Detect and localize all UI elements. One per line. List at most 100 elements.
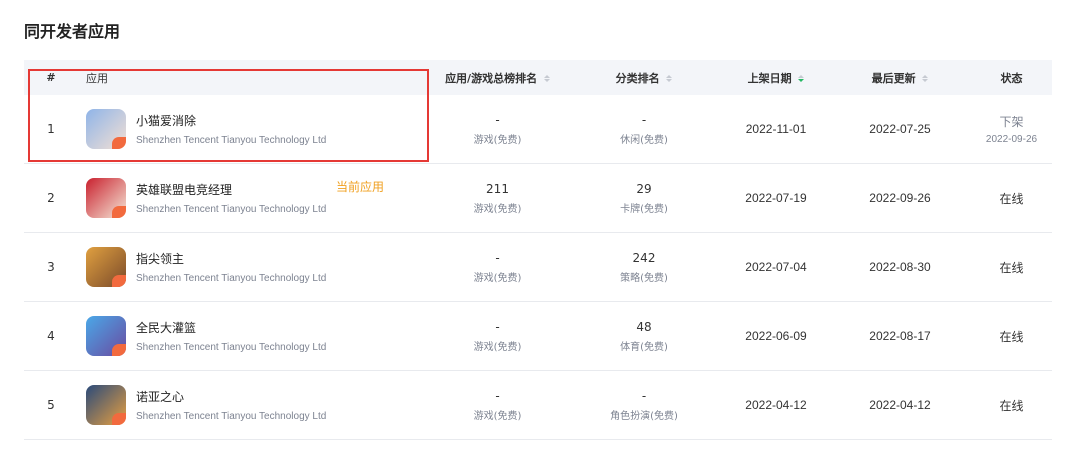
developer-apps-table: # 应用 应用/游戏总榜排名 分类排名 上架日期 最后更新 状态 1 小猫爱消除 [24, 60, 1052, 461]
table-row[interactable]: 5 诺亚之心 Shenzhen Tencent Tianyou Technolo… [24, 371, 1052, 440]
row-index: 4 [47, 329, 55, 343]
last-update: 2022-04-12 [869, 398, 931, 412]
category-rank: 29 [636, 181, 652, 196]
category-rank-cell: 29 卡牌(免费) [565, 182, 723, 215]
header-category-rank-label: 分类排名 [615, 71, 660, 85]
badge-icon [112, 344, 126, 356]
category-rank-cell: - 休闲(免费) [565, 113, 723, 146]
row-index: 2 [47, 191, 55, 205]
app-name[interactable]: 指尖领主 [136, 250, 326, 267]
header-total-rank-label: 应用/游戏总榜排名 [445, 71, 538, 85]
total-rank-type: 游戏(免费) [473, 134, 522, 146]
category-rank-cell: - 角色扮演(免费) [565, 389, 723, 422]
lord-game-icon[interactable] [86, 247, 126, 287]
header-index: # [46, 71, 56, 84]
basketball-game-icon[interactable] [86, 316, 126, 356]
app-name[interactable]: 小猫爱消除 [136, 112, 326, 129]
row-index: 3 [47, 260, 55, 274]
total-rank-cell: - 游戏(免费) [430, 113, 565, 146]
table-row-partial [24, 440, 1052, 461]
category-rank: 242 [632, 250, 656, 265]
status-cell: 在线 [971, 328, 1052, 345]
category-rank-type: 卡牌(免费) [620, 203, 668, 215]
table-row[interactable]: 1 小猫爱消除 Shenzhen Tencent Tianyou Technol… [24, 95, 1052, 164]
status-label: 在线 [999, 398, 1024, 413]
app-name[interactable]: 诺亚之心 [136, 388, 326, 405]
app-cell[interactable]: 小猫爱消除 Shenzhen Tencent Tianyou Technolog… [78, 109, 430, 149]
status-cell: 在线 [971, 190, 1052, 207]
lol-esports-icon[interactable] [86, 178, 126, 218]
header-last-update[interactable]: 最后更新 [829, 70, 971, 86]
total-rank: 211 [486, 181, 509, 196]
status-cell: 下架 2022-09-26 [971, 113, 1052, 145]
listed-date: 2022-07-04 [745, 260, 807, 274]
badge-icon [112, 275, 126, 287]
app-developer: Shenzhen Tencent Tianyou Technology Ltd [136, 135, 327, 146]
app-developer: Shenzhen Tencent Tianyou Technology Ltd [136, 411, 327, 422]
cat-app-icon[interactable] [86, 109, 126, 149]
status-label: 在线 [999, 329, 1024, 344]
total-rank: - [495, 112, 500, 127]
category-rank-type: 策略(免费) [620, 272, 668, 284]
header-listed-date-label: 上架日期 [747, 71, 792, 85]
app-developer: Shenzhen Tencent Tianyou Technology Ltd [136, 204, 327, 215]
header-listed-date[interactable]: 上架日期 [723, 70, 829, 86]
total-rank: - [495, 388, 500, 403]
category-rank: - [641, 112, 647, 127]
app-cell[interactable]: 诺亚之心 Shenzhen Tencent Tianyou Technology… [78, 385, 430, 425]
sort-icon[interactable] [543, 75, 550, 82]
header-status: 状态 [1000, 71, 1023, 85]
category-rank-type: 角色扮演(免费) [610, 410, 678, 422]
sort-icon[interactable] [922, 75, 929, 82]
total-rank-type: 游戏(免费) [473, 410, 522, 422]
header-total-rank[interactable]: 应用/游戏总榜排名 [430, 70, 565, 86]
listed-date: 2022-07-19 [745, 191, 807, 205]
header-category-rank[interactable]: 分类排名 [565, 70, 723, 86]
status-label: 下架 [999, 115, 1024, 129]
last-update: 2022-08-17 [869, 329, 931, 343]
sort-icon[interactable] [666, 75, 673, 82]
table-row[interactable]: 4 全民大灌篮 Shenzhen Tencent Tianyou Technol… [24, 302, 1052, 371]
app-developer: Shenzhen Tencent Tianyou Technology Ltd [136, 273, 327, 284]
table-header: # 应用 应用/游戏总榜排名 分类排名 上架日期 最后更新 状态 [24, 60, 1052, 95]
total-rank-type: 游戏(免费) [473, 341, 522, 353]
header-app: 应用 [86, 71, 108, 85]
total-rank: - [495, 250, 500, 265]
app-cell[interactable]: 英雄联盟电竞经理 Shenzhen Tencent Tianyou Techno… [78, 178, 430, 218]
total-rank-type: 游戏(免费) [473, 272, 522, 284]
noah-heart-icon[interactable] [86, 385, 126, 425]
app-name[interactable]: 全民大灌篮 [136, 319, 326, 336]
listed-date: 2022-04-12 [745, 398, 807, 412]
badge-icon [112, 206, 126, 218]
header-last-update-label: 最后更新 [871, 71, 916, 85]
current-app-tag: 当前应用 [336, 180, 385, 194]
category-rank-type: 体育(免费) [620, 341, 668, 353]
section-title: 同开发者应用 [24, 22, 121, 41]
status-cell: 在线 [971, 397, 1052, 414]
total-rank: - [495, 319, 500, 334]
last-update: 2022-07-25 [869, 122, 931, 136]
table-row[interactable]: 3 指尖领主 Shenzhen Tencent Tianyou Technolo… [24, 233, 1052, 302]
status-date: 2022-09-26 [985, 134, 1038, 145]
app-developer: Shenzhen Tencent Tianyou Technology Ltd [136, 342, 327, 353]
listed-date: 2022-11-01 [745, 122, 807, 136]
sort-active-icon[interactable] [798, 75, 805, 82]
last-update: 2022-08-30 [869, 260, 931, 274]
total-rank-cell: - 游戏(免费) [430, 389, 565, 422]
row-index: 1 [47, 122, 55, 136]
total-rank-type: 游戏(免费) [473, 203, 522, 215]
status-label: 在线 [999, 191, 1024, 206]
category-rank: 48 [636, 319, 652, 334]
total-rank-cell: - 游戏(免费) [430, 251, 565, 284]
category-rank-cell: 242 策略(免费) [565, 251, 723, 284]
app-cell[interactable]: 全民大灌篮 Shenzhen Tencent Tianyou Technolog… [78, 316, 430, 356]
table-row[interactable]: 2 英雄联盟电竞经理 Shenzhen Tencent Tianyou Tech… [24, 164, 1052, 233]
app-name[interactable]: 英雄联盟电竞经理 [136, 181, 326, 198]
listed-date: 2022-06-09 [745, 329, 807, 343]
app-cell[interactable]: 指尖领主 Shenzhen Tencent Tianyou Technology… [78, 247, 430, 287]
badge-icon [112, 413, 126, 425]
row-index: 5 [47, 398, 55, 412]
category-rank-type: 休闲(免费) [620, 134, 668, 146]
status-label: 在线 [999, 260, 1024, 275]
last-update: 2022-09-26 [869, 191, 931, 205]
